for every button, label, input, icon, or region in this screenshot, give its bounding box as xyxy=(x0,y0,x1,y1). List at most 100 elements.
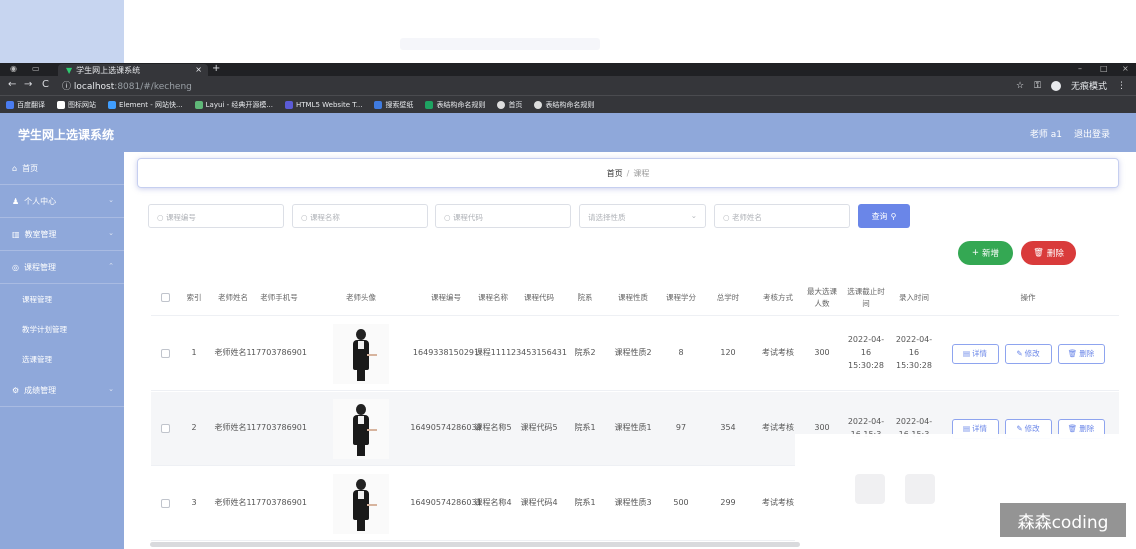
sidebar-item-classroom[interactable]: ▥ 教室管理 ⌄ xyxy=(0,218,124,251)
search-icon: ⚲ xyxy=(890,211,897,221)
table-cell: 课程性质1 xyxy=(614,423,652,433)
avatar-cell xyxy=(301,392,421,465)
row-checkbox[interactable] xyxy=(160,424,170,433)
header-cell: 考核方式 xyxy=(763,292,793,302)
row-checkbox[interactable] xyxy=(160,349,170,358)
table-cell: 2022-04-16 15:30:28 xyxy=(847,335,885,370)
bookmark-item[interactable]: 搜索壁纸 xyxy=(374,100,413,110)
new-tab-icon[interactable]: + xyxy=(212,63,220,74)
placeholder-text: 课程名称 xyxy=(309,213,340,222)
close-tab-icon[interactable]: × xyxy=(195,65,202,74)
table-header: 索引 老师姓名 老师手机号 老师头像 课程编号 课程名称 课程代码 院系 课程性… xyxy=(151,280,1119,316)
url-field[interactable]: ⓘ localhost:8081/#/kecheng xyxy=(62,79,192,92)
sidebar: ⌂ 首页 ♟ 个人中心 ⌄ ▥ 教室管理 ⌄ ◎ 课程管理 ⌃ 课程管理 教学计划管理 选课管… xyxy=(0,152,124,549)
course-code-input[interactable]: ○ 课程代码 xyxy=(435,204,571,228)
sidebar-item-label: 课程管理 xyxy=(23,262,56,272)
button-label: 删除 xyxy=(1079,348,1095,358)
table-cell: 17703786901 xyxy=(251,348,307,358)
sidebar-item-profile[interactable]: ♟ 个人中心 ⌄ xyxy=(0,185,124,218)
browser-tab[interactable]: ▼ 学生网上选课系统 × xyxy=(58,64,208,76)
table-cell: 16490574286038 xyxy=(410,423,482,433)
header-cell: 老师姓名 xyxy=(218,292,248,302)
button-label: 详情 xyxy=(972,348,988,358)
browser-menu-dots-icon[interactable]: ⋮ xyxy=(1117,81,1126,91)
search-icon: ○ xyxy=(157,213,166,222)
logout-link[interactable]: 退出登录 xyxy=(1074,127,1110,140)
table-cell: 1 xyxy=(191,348,197,358)
horizontal-scrollbar[interactable] xyxy=(150,542,800,547)
bookmark-item[interactable]: 图标网站 xyxy=(57,100,96,110)
sidebar-subitem-selection[interactable]: 选课管理 xyxy=(0,344,124,374)
bookmark-item[interactable]: Layui - 经典开源模... xyxy=(194,100,273,110)
table-cell: 2022-04-16 15:30:28 xyxy=(895,335,933,370)
blurred-text xyxy=(400,38,600,50)
incognito-avatar[interactable] xyxy=(1050,80,1061,91)
sidebar-item-course[interactable]: ◎ 课程管理 ⌃ xyxy=(0,251,124,284)
select-all-checkbox[interactable] xyxy=(160,293,170,302)
table-cell: 17703786901 xyxy=(251,498,307,508)
browser-right-controls: ☆ ⚿ 无痕模式 ⋮ xyxy=(1016,79,1126,92)
reload-icon[interactable]: C xyxy=(42,79,49,90)
sidebar-item-home[interactable]: ⌂ 首页 xyxy=(0,152,124,185)
teacher-name-input[interactable]: ○ 老师姓名 xyxy=(714,204,850,228)
teacher-avatar xyxy=(333,323,389,384)
add-button[interactable]: + 新增 xyxy=(958,241,1013,265)
header-cell: 课程代码 xyxy=(524,292,554,302)
sidebar-item-label: 首页 xyxy=(22,163,39,173)
table-cell: 2 xyxy=(191,423,197,433)
bookmark-label: 表结构命名规则 xyxy=(545,100,595,109)
sidebar-subitem-course[interactable]: 课程管理 xyxy=(0,284,124,314)
course-no-input[interactable]: ○ 课程编号 xyxy=(148,204,284,228)
sidebar-item-label: 教室管理 xyxy=(24,229,57,239)
table-cell: 课程1111 xyxy=(474,348,512,358)
sidebar-item-grades[interactable]: ⚙ 成绩管理 ⌄ xyxy=(0,374,124,407)
trash-icon: 🗑 xyxy=(1067,423,1078,433)
breadcrumb-home[interactable]: 首页 xyxy=(607,168,623,179)
browser-menu-icon[interactable]: ◉ xyxy=(10,64,17,73)
sidebar-subitem-plan[interactable]: 教学计划管理 xyxy=(0,314,124,344)
table-cell: 课程代码4 xyxy=(520,498,558,508)
back-icon[interactable]: ← xyxy=(8,79,16,90)
layui-icon xyxy=(194,100,203,109)
placeholder-text: 课程代码 xyxy=(452,213,483,222)
table-cell: 课程代码5 xyxy=(520,423,558,433)
search-button[interactable]: 查询 ⚲ xyxy=(858,204,910,228)
header-cell: 课程学分 xyxy=(666,292,696,302)
table-cell: 院系2 xyxy=(574,348,596,358)
forward-icon[interactable]: → xyxy=(24,79,32,90)
table-cell: 课程名称5 xyxy=(474,423,512,433)
detail-button[interactable]: ▤ 详情 xyxy=(951,343,999,364)
browser-tab-bar: ◉ ▭ ▼ 学生网上选课系统 × + – □ × xyxy=(0,63,1136,76)
close-window-icon[interactable]: × xyxy=(1122,64,1129,73)
bookmark-item[interactable]: Element - 网站快... xyxy=(108,100,183,110)
url-host: localhost xyxy=(73,82,115,92)
table-cell: 院系1 xyxy=(574,498,596,508)
course-name-input[interactable]: ○ 课程名称 xyxy=(292,204,428,228)
row-checkbox[interactable] xyxy=(160,499,170,508)
globe-icon xyxy=(497,100,506,109)
bookmark-item[interactable]: 百度翻译 xyxy=(6,100,45,110)
batch-delete-button[interactable]: 🗑 删除 xyxy=(1021,241,1076,265)
header-cell: 最大选课人数 xyxy=(807,286,837,308)
incognito-label: 无痕模式 xyxy=(1070,82,1107,92)
edit-button[interactable]: ✎ 修改 xyxy=(1004,343,1052,364)
chevron-down-icon: ⌄ xyxy=(108,229,114,237)
tab-search-icon[interactable]: ▭ xyxy=(32,64,40,73)
key-icon[interactable]: ⚿ xyxy=(1034,81,1041,91)
bookmark-star-icon[interactable]: ☆ xyxy=(1016,81,1024,91)
course-type-select[interactable]: 请选择性质 ⌄ xyxy=(579,204,706,228)
delete-button[interactable]: 🗑 删除 xyxy=(1057,343,1105,364)
header-cell: 录入时间 xyxy=(899,292,929,302)
bookmark-item[interactable]: HTML5 Website T... xyxy=(285,100,362,109)
minimize-icon[interactable]: – xyxy=(1078,64,1082,73)
maximize-icon[interactable]: □ xyxy=(1100,64,1108,73)
info-icon: ⓘ xyxy=(62,82,74,92)
settings-icon: ◎ xyxy=(12,262,19,272)
bookmark-label: Element - 网站快... xyxy=(119,100,183,109)
table-cell: 老师姓名1 xyxy=(214,498,252,508)
table-cell: 课程名称4 xyxy=(474,498,512,508)
bookmark-item[interactable]: 表结构命名规则 xyxy=(425,100,485,110)
bookmark-item[interactable]: 首页 xyxy=(497,100,522,110)
bookmark-item[interactable]: 表结构命名规则 xyxy=(534,100,594,110)
bookmark-label: 百度翻译 xyxy=(17,100,45,109)
